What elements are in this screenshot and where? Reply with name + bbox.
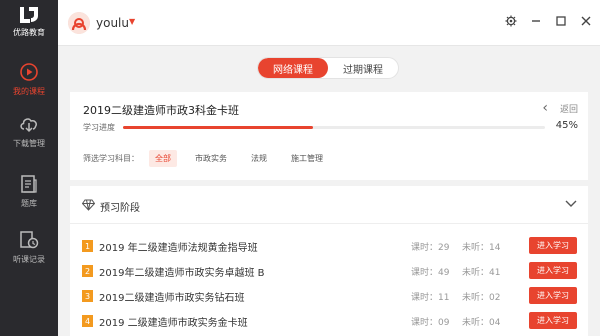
play-circle-icon: [20, 62, 38, 81]
filter-chip-municipal-practice[interactable]: 市政实务: [189, 150, 233, 167]
course-tabs: 网络课程 过期课程: [257, 57, 399, 79]
window-controls: [505, 15, 592, 27]
filter-label: 筛选学习科目：: [83, 154, 139, 163]
filter-chip-construction-management[interactable]: 施工管理: [285, 150, 329, 167]
username[interactable]: youlu: [96, 16, 129, 30]
lesson-hours: 课时：29: [411, 243, 450, 253]
lesson-number-badge: 2: [82, 265, 93, 277]
sidebar-item-label: 下载管理: [13, 138, 45, 148]
back-button[interactable]: ‹ 返回: [542, 101, 578, 115]
lesson-row: 3 2019二级建造师市政实务钻石班 课时：11 未听：02 进入学习: [70, 285, 588, 307]
sidebar-item-my-courses[interactable]: 我的课程: [0, 54, 58, 104]
lesson-name: 2019 二级建造师市政实务金卡班: [99, 318, 248, 329]
diamond-icon: [81, 199, 96, 214]
phase-title: 预习阶段: [100, 203, 140, 214]
enter-study-button[interactable]: 进入学习: [529, 312, 577, 329]
back-label: 返回: [559, 104, 578, 115]
progress-label: 学习进度: [83, 123, 115, 132]
lesson-number-badge: 4: [82, 315, 93, 327]
title-bar: youlu ▼: [58, 0, 600, 46]
lesson-name: 2019二级建造师市政实务钻石班: [99, 293, 245, 304]
enter-study-button[interactable]: 进入学习: [529, 262, 577, 279]
main-content: 网络课程 过期课程 2019二级建造师市政3科金卡班 ‹ 返回 学习进度 45%…: [58, 46, 600, 336]
history-record-icon: [20, 230, 39, 248]
lesson-name: 2019年二级建造师市政实务卓越班 B: [99, 268, 265, 279]
avatar[interactable]: [68, 12, 90, 34]
sidebar: 优路教育 我的课程 下载管理 题库 听课记录: [0, 0, 58, 336]
chevron-down-icon[interactable]: ▼: [129, 17, 135, 26]
brand-logo: 优路教育: [0, 4, 58, 44]
course-card: 2019二级建造师市政3科金卡班 ‹ 返回 学习进度 45% 筛选学习科目： 全…: [70, 92, 588, 180]
settings-icon[interactable]: [505, 15, 517, 27]
sidebar-item-label: 题库: [21, 198, 37, 208]
question-bank-icon: [21, 174, 37, 193]
sidebar-item-question-bank[interactable]: 题库: [0, 166, 58, 216]
chevron-down-icon[interactable]: [564, 196, 578, 213]
lesson-unheard: 未听：04: [462, 318, 501, 328]
enter-study-button[interactable]: 进入学习: [529, 237, 577, 254]
lesson-hours: 课时：49: [411, 268, 450, 278]
sidebar-item-label: 我的课程: [13, 86, 45, 96]
sidebar-item-downloads[interactable]: 下载管理: [0, 106, 58, 156]
tab-expired-courses[interactable]: 过期课程: [328, 58, 398, 78]
lesson-hours: 课时：11: [411, 293, 450, 303]
lesson-number-badge: 3: [82, 290, 93, 302]
subject-filter: 筛选学习科目： 全部 市政实务 法规 施工管理: [83, 150, 341, 167]
sidebar-item-history[interactable]: 听课记录: [0, 222, 58, 272]
lesson-hours: 课时：09: [411, 318, 450, 328]
lesson-row: 2 2019年二级建造师市政实务卓越班 B 课时：49 未听：41 进入学习: [70, 260, 588, 282]
cloud-download-icon: [20, 117, 37, 132]
lesson-name: 2019 年二级建造师法规黄金指导班: [99, 243, 258, 254]
minimize-icon[interactable]: [530, 15, 542, 27]
close-icon[interactable]: [580, 15, 592, 27]
tab-online-courses[interactable]: 网络课程: [258, 58, 328, 78]
enter-study-button[interactable]: 进入学习: [529, 287, 577, 304]
lesson-unheard: 未听：41: [462, 268, 501, 278]
lesson-unheard: 未听：02: [462, 293, 501, 303]
phase-header[interactable]: 预习阶段: [70, 186, 588, 224]
sidebar-item-label: 听课记录: [13, 254, 45, 264]
lesson-unheard: 未听：14: [462, 243, 501, 253]
lesson-row: 1 2019 年二级建造师法规黄金指导班 课时：29 未听：14 进入学习: [70, 235, 588, 257]
filter-chip-all[interactable]: 全部: [149, 150, 177, 167]
chevron-left-icon: ‹: [542, 100, 548, 116]
progress-bar: [123, 126, 545, 129]
phase-card: 预习阶段 1 2019 年二级建造师法规黄金指导班 课时：29 未听：14 进入…: [70, 186, 588, 336]
lesson-row: 4 2019 二级建造师市政实务金卡班 课时：09 未听：04 进入学习: [70, 310, 588, 332]
lesson-number-badge: 1: [82, 240, 93, 252]
logo-mark-icon: [17, 4, 41, 26]
logo-text: 优路教育: [13, 28, 45, 37]
progress-fill: [123, 126, 313, 129]
filter-chip-regulations[interactable]: 法规: [245, 150, 273, 167]
maximize-icon[interactable]: [555, 15, 567, 27]
course-title: 2019二级建造师市政3科金卡班: [83, 104, 239, 117]
progress-percent: 45%: [555, 120, 578, 131]
